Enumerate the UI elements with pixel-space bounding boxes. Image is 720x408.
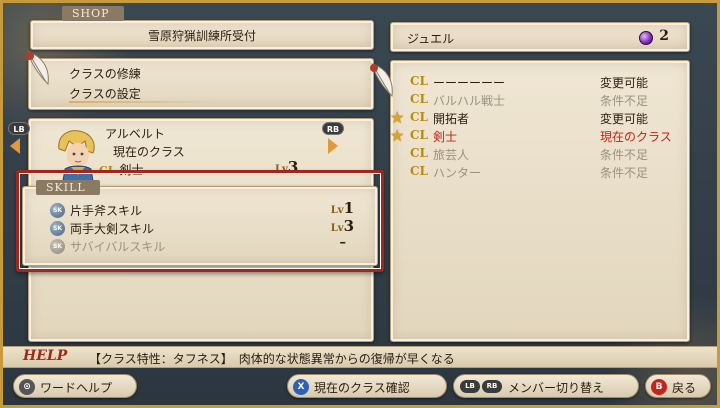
class-row[interactable]: ★ CL 開拓者 変更可能 (390, 108, 690, 128)
x-button-icon: X (293, 379, 309, 395)
star-icon: ★ (390, 108, 405, 127)
current-class-confirm-button[interactable]: X 現在のクラス確認 (287, 374, 447, 398)
class-status: 現在のクラス (600, 130, 672, 144)
character-name: アルベルト (105, 127, 165, 141)
back-button[interactable]: B 戻る (645, 374, 711, 398)
class-name: 開拓者 (433, 112, 470, 126)
skill-level-badge: Lv (330, 223, 344, 234)
rb-bumper-icon[interactable]: RB (322, 122, 344, 135)
class-name: 剣士 (433, 130, 458, 144)
class-badge: CL (410, 110, 428, 124)
skill-icon: SK (50, 221, 65, 236)
skill-name: 片手斧スキル (70, 204, 143, 218)
skill-row[interactable]: SK 両手大剣スキル Lv3 (50, 217, 360, 238)
class-status: 条件不足 (600, 166, 649, 180)
menu-selection-underline (69, 101, 219, 103)
class-status: 変更可能 (600, 76, 649, 90)
rb-button-icon: RB (482, 380, 502, 393)
lb-button-icon: LB (460, 380, 480, 393)
class-badge: CL (410, 92, 428, 106)
skill-section-label: SKILL (36, 180, 100, 195)
control-bar: ⊙ ワードヘルプ X 現在のクラス確認 LB RB メンバー切り替え B 戻る (3, 370, 717, 405)
word-help-button[interactable]: ⊙ ワードヘルプ (13, 374, 137, 398)
menu-item-class-training[interactable]: クラスの修練 (69, 65, 141, 82)
class-row[interactable]: CL 旅芸人 条件不足 (390, 146, 690, 164)
class-row[interactable]: CL ハンター 条件不足 (390, 164, 690, 182)
previous-member-arrow-icon[interactable] (10, 138, 20, 154)
jewel-panel: ジュエル 2 (390, 22, 690, 52)
star-icon: ★ (390, 126, 405, 145)
help-bar: HELP 【クラス特性：タフネス】 肉体的な状態異常からの復帰が早くなる (3, 346, 717, 368)
class-badge: CL (410, 128, 428, 142)
skill-level: Lv3 (331, 217, 354, 235)
class-badge: CL (410, 164, 428, 178)
skill-level-value: 3 (343, 217, 354, 235)
skill-row[interactable]: SK 片手斧スキル Lv1 (50, 199, 360, 220)
switch-member-label: メンバー切り替え (508, 381, 605, 395)
menu-item-class-setting[interactable]: クラスの設定 (69, 85, 141, 102)
class-badge: CL (410, 146, 428, 160)
next-member-arrow-icon[interactable] (328, 138, 338, 154)
shop-section-label: SHOP (62, 6, 124, 21)
switch-member-button[interactable]: LB RB メンバー切り替え (453, 374, 639, 398)
lb-bumper-icon[interactable]: LB (8, 122, 30, 135)
class-name: バルハル戦士 (433, 94, 506, 108)
class-name: ーーーーーー (433, 76, 506, 90)
skill-level-value: 1 (343, 199, 354, 217)
skill-icon: SK (50, 239, 65, 254)
class-row[interactable]: ★ CL 剣士 現在のクラス (390, 126, 690, 146)
current-class-label: 現在のクラス (113, 145, 185, 159)
jewel-label: ジュエル (407, 32, 455, 46)
jewel-count: 2 (659, 28, 669, 44)
help-label: HELP (23, 348, 68, 364)
b-button-icon: B (651, 379, 667, 395)
class-status: 条件不足 (600, 94, 649, 108)
word-help-label: ワードヘルプ (40, 381, 113, 395)
class-row[interactable]: CL ーーーーーー 変更可能 (390, 74, 690, 92)
class-name: ハンター (433, 166, 482, 180)
quill-feather-icon (370, 63, 393, 98)
skill-level: Lv1 (331, 199, 354, 217)
class-row[interactable]: CL バルハル戦士 条件不足 (390, 92, 690, 110)
skill-name: サバイバルスキル (70, 240, 166, 254)
help-text: 【クラス特性：タフネス】 肉体的な状態異常からの復帰が早くなる (89, 352, 455, 366)
shop-name-panel: 雪原狩猟訓練所受付 (30, 20, 374, 50)
skill-level: – (340, 235, 347, 250)
class-status: 変更可能 (600, 112, 649, 126)
quill-feather-icon (26, 51, 49, 86)
shop-name: 雪原狩猟訓練所受付 (147, 29, 256, 43)
view-button-icon: ⊙ (19, 379, 35, 395)
jewel-gem-icon (639, 31, 653, 45)
shop-menu: クラスの修練 クラスの設定 (28, 58, 374, 110)
skill-name: 両手大剣スキル (70, 222, 155, 236)
current-class-confirm-label: 現在のクラス確認 (314, 381, 410, 395)
class-badge: CL (410, 74, 428, 88)
skill-level-value: – (339, 235, 347, 250)
skill-row[interactable]: SK サバイバルスキル – (50, 235, 360, 256)
skill-level-badge: Lv (330, 205, 344, 216)
skill-icon: SK (50, 203, 65, 218)
class-status: 条件不足 (600, 148, 649, 162)
back-label: 戻る (672, 381, 697, 395)
class-name: 旅芸人 (433, 148, 470, 162)
